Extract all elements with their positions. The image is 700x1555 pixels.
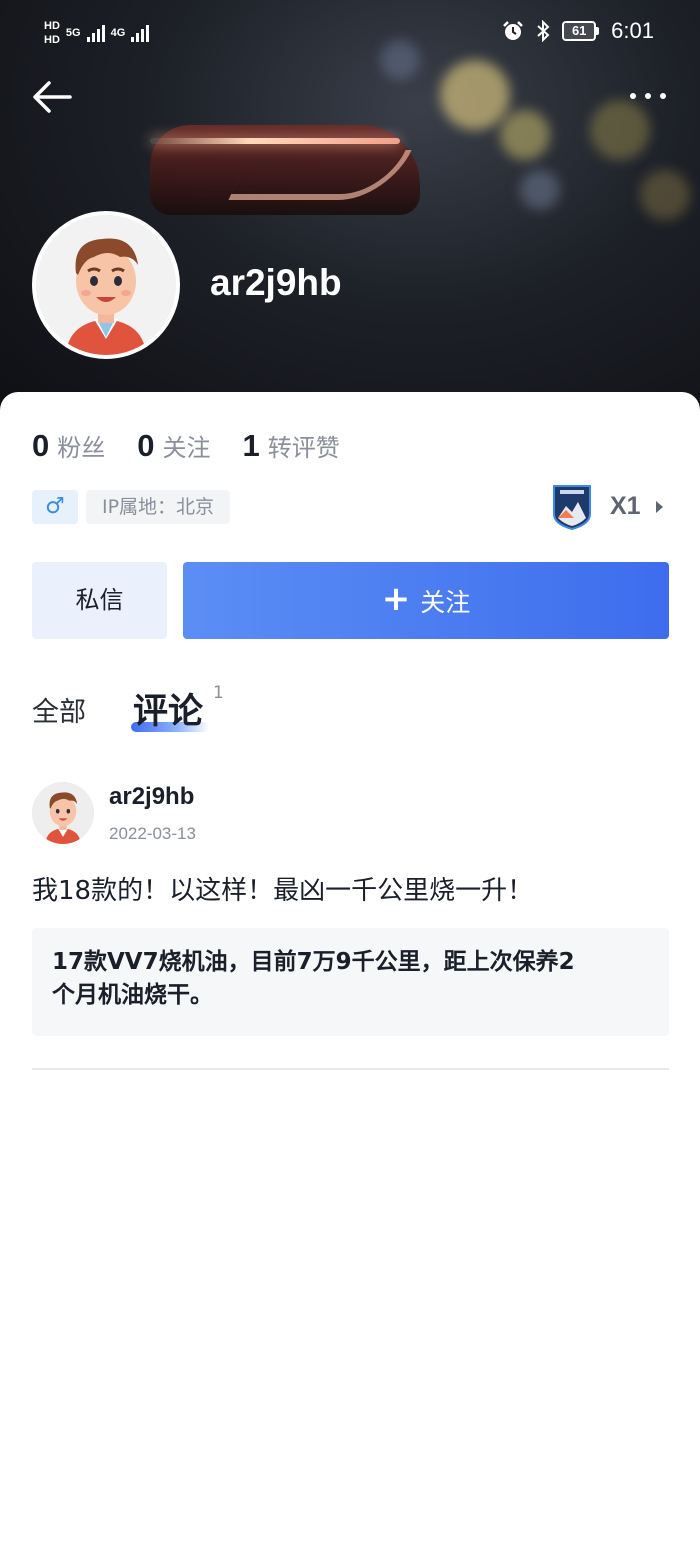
tab-all[interactable]: 全部 xyxy=(32,690,86,729)
network-indicators: HD HD 5G 4G xyxy=(44,20,150,46)
bokeh-light xyxy=(500,110,550,160)
stat-followers-count: 0 xyxy=(32,428,50,463)
avatar-illustration xyxy=(32,782,94,844)
avatar-illustration xyxy=(36,215,176,355)
arrow-left-icon xyxy=(33,81,72,113)
gender-tag: ♂ xyxy=(32,490,78,524)
comment-author-name[interactable]: ar2j9hb xyxy=(109,783,194,811)
profile-stats: 0 粉丝 0 关注 1 转评赞 xyxy=(32,428,340,464)
bokeh-light xyxy=(520,170,560,210)
bluetooth-icon xyxy=(537,20,550,42)
stat-interactions[interactable]: 1 转评赞 xyxy=(243,428,340,464)
status-right: 61 6:01 xyxy=(502,18,654,44)
stat-followers-label: 粉丝 xyxy=(57,434,106,462)
network-gen-2: 4G xyxy=(110,27,126,39)
network-gen-1: 5G xyxy=(65,27,81,39)
avatar[interactable] xyxy=(32,211,180,359)
profile-username: ar2j9hb xyxy=(210,262,342,303)
ip-location-tag: IP属地：北京 xyxy=(86,490,231,524)
bokeh-light xyxy=(590,100,650,160)
network-hd-1: HD xyxy=(44,20,60,32)
quoted-post-line1: 17款VV7烧机油，目前7万9千公里，距上次保养2 xyxy=(52,949,575,975)
quoted-post[interactable]: 17款VV7烧机油，目前7万9千公里，距上次保养2 个月机油烧干。 xyxy=(32,928,669,1036)
tab-comments-count: 1 xyxy=(213,683,224,703)
battery-level: 61 xyxy=(562,21,597,41)
comment-date: 2022-03-13 xyxy=(109,824,196,843)
chevron-right-icon xyxy=(656,501,663,513)
stat-interactions-count: 1 xyxy=(242,428,260,463)
stat-following-count: 0 xyxy=(137,428,155,463)
car-tail-light xyxy=(150,138,400,144)
alarm-icon xyxy=(503,21,524,40)
stat-following[interactable]: 0 关注 xyxy=(137,428,210,464)
quoted-post-line2: 个月机油烧干。 xyxy=(52,982,213,1008)
user-level[interactable]: X1 xyxy=(610,492,641,521)
level-badge-icon[interactable] xyxy=(552,484,592,531)
stat-interactions-label: 转评赞 xyxy=(267,434,340,462)
feed-divider xyxy=(32,1068,669,1070)
bokeh-light xyxy=(640,170,690,220)
signal-icon xyxy=(131,24,150,42)
follow-button[interactable]: + 关注 xyxy=(183,562,669,639)
follow-label: 关注 xyxy=(420,587,471,617)
bokeh-light xyxy=(440,60,510,130)
signal-icon xyxy=(86,24,105,42)
tab-comments[interactable]: 评论 xyxy=(133,683,203,734)
stat-followers[interactable]: 0 粉丝 xyxy=(32,428,105,464)
more-dots-icon xyxy=(630,93,636,99)
battery-icon: 61 xyxy=(562,21,600,41)
comment-author-avatar[interactable] xyxy=(32,782,94,844)
clock: 6:01 xyxy=(611,18,654,43)
plus-icon: + xyxy=(381,578,411,619)
back-button[interactable] xyxy=(30,78,76,118)
status-bar: HD HD 5G 4G 61 6:01 xyxy=(0,18,700,52)
more-button[interactable] xyxy=(626,86,670,106)
message-button[interactable]: 私信 xyxy=(32,562,167,639)
comment-text: 我18款的！以这样！最凶一千公里烧一升！ xyxy=(32,876,534,906)
network-hd-2: HD xyxy=(44,34,60,46)
stat-following-label: 关注 xyxy=(162,434,211,462)
